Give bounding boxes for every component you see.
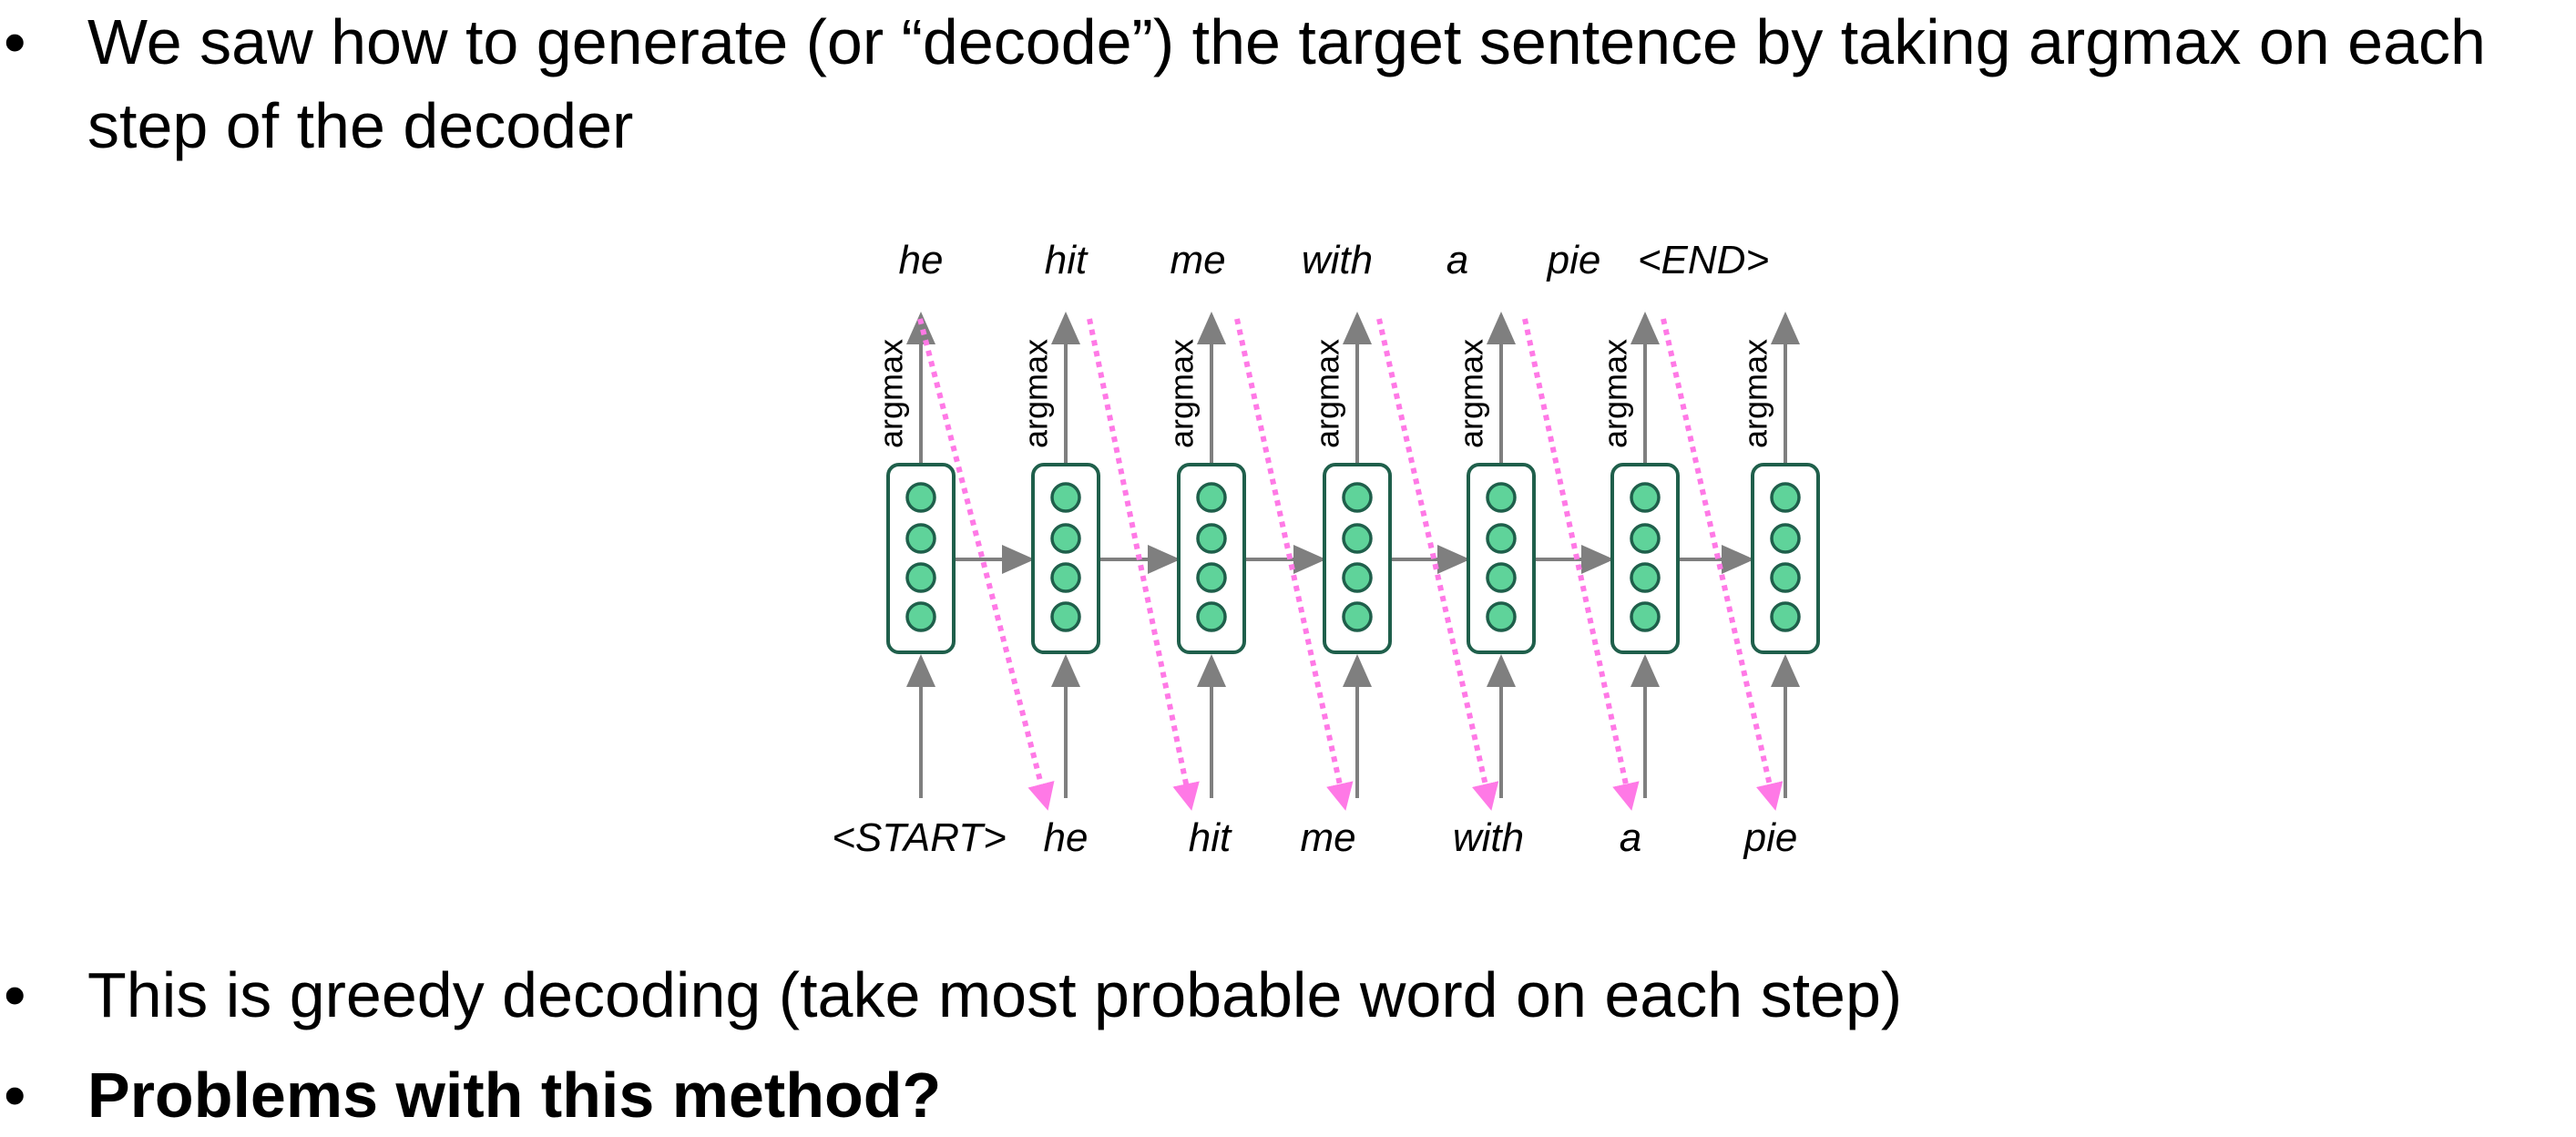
- output-word: <END>: [1638, 238, 1769, 282]
- neuron: [1196, 523, 1227, 554]
- neuron: [1630, 601, 1661, 632]
- bullet-text-problems: Problems with this method?: [87, 1060, 942, 1131]
- argmax-label: argmax: [1597, 339, 1634, 448]
- neuron: [1486, 523, 1517, 554]
- input-word: <START>: [832, 815, 1007, 860]
- output-word: with: [1302, 238, 1373, 282]
- argmax-label: argmax: [873, 339, 910, 448]
- neuron: [1050, 482, 1081, 513]
- output-word: hit: [1045, 238, 1089, 282]
- neuron: [1050, 523, 1081, 554]
- neuron: [1342, 482, 1373, 513]
- argmax-label: argmax: [1453, 339, 1490, 448]
- argmax-label: argmax: [1163, 339, 1201, 448]
- neuron: [1342, 523, 1373, 554]
- neuron: [1630, 562, 1661, 593]
- bullet-problems-question: • Problems with this method?: [0, 1053, 2576, 1137]
- input-word: me: [1300, 815, 1355, 860]
- neuron: [1770, 562, 1801, 593]
- neuron: [1770, 482, 1801, 513]
- input-word: pie: [1743, 815, 1798, 860]
- output-word: me: [1170, 238, 1225, 282]
- argmax-label: argmax: [1737, 339, 1774, 448]
- neuron: [905, 482, 936, 513]
- neuron: [1486, 482, 1517, 513]
- input-word: a: [1620, 815, 1641, 860]
- input-word: he: [1044, 815, 1089, 860]
- neuron: [1630, 523, 1661, 554]
- neuron: [1486, 562, 1517, 593]
- bullet-text-definition: This is greedy decoding (take most proba…: [87, 959, 1903, 1030]
- neuron: [1050, 562, 1081, 593]
- input-word: hit: [1189, 815, 1232, 860]
- bullet-dot: •: [4, 1060, 26, 1131]
- neuron: [905, 523, 936, 554]
- neuron: [1050, 601, 1081, 632]
- neuron: [1196, 562, 1227, 593]
- neuron: [1630, 482, 1661, 513]
- output-word: a: [1446, 238, 1468, 282]
- neuron: [1770, 601, 1801, 632]
- neuron: [1486, 601, 1517, 632]
- argmax-label: argmax: [1309, 339, 1346, 448]
- neuron: [905, 601, 936, 632]
- neuron: [1196, 601, 1227, 632]
- argmax-label: argmax: [1017, 339, 1055, 448]
- output-word: pie: [1546, 238, 1601, 282]
- bullet-greedy-definition: • This is greedy decoding (take most pro…: [0, 953, 2576, 1037]
- input-word: with: [1453, 815, 1524, 860]
- neuron: [905, 562, 936, 593]
- bullet-dot: •: [4, 959, 26, 1030]
- neuron: [1196, 482, 1227, 513]
- output-word: he: [899, 238, 944, 282]
- neuron: [1770, 523, 1801, 554]
- neuron: [1342, 562, 1373, 593]
- neuron: [1342, 601, 1373, 632]
